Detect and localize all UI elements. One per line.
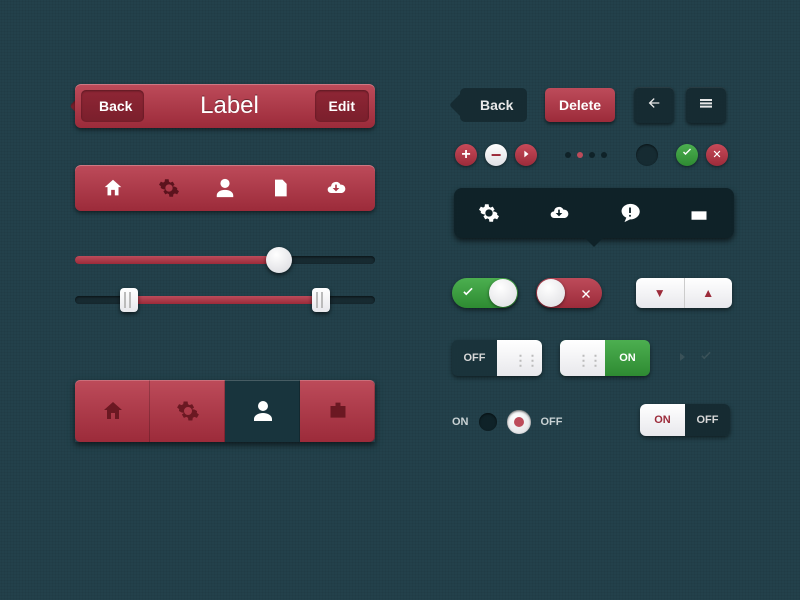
tab-settings[interactable]: [150, 380, 225, 442]
add-button[interactable]: +: [455, 144, 477, 166]
document-icon[interactable]: [270, 177, 290, 199]
tab-bar: [75, 380, 375, 442]
tab-id[interactable]: [300, 380, 375, 442]
radio-on-label: ON: [452, 416, 469, 428]
chevron-right-icon: [521, 146, 531, 164]
next-button[interactable]: [515, 144, 537, 166]
switch-knob: [537, 279, 565, 307]
tab-profile[interactable]: [225, 380, 300, 442]
nav-edit-button[interactable]: Edit: [315, 90, 369, 122]
chat-alert-icon[interactable]: [619, 202, 641, 224]
caret-up-icon: ▲: [702, 286, 714, 300]
menu-icon: [697, 95, 715, 116]
plus-icon: +: [461, 146, 470, 164]
slider-2-range[interactable]: [75, 296, 375, 304]
remove-button[interactable]: −: [485, 144, 507, 166]
slider-2-thumb-high[interactable]: [312, 288, 330, 312]
toggle-on-label: ON: [605, 340, 650, 376]
segment-on-label: ON: [654, 414, 671, 426]
home-icon[interactable]: [102, 177, 124, 199]
check-icon: [681, 146, 693, 164]
arrow-left-button[interactable]: [634, 87, 674, 123]
empty-dot-button[interactable]: [636, 144, 658, 166]
close-icon: [580, 287, 592, 305]
cloud-download-icon[interactable]: [547, 203, 571, 223]
radio-group: ON OFF: [452, 410, 563, 434]
page-dot: [589, 152, 595, 158]
tab-home[interactable]: [75, 380, 150, 442]
caret-down-icon: ▼: [654, 286, 666, 300]
radio-option-selected[interactable]: [507, 410, 531, 434]
check-icon[interactable]: [698, 350, 714, 369]
page-dot: [601, 152, 607, 158]
gear-icon[interactable]: [478, 202, 500, 224]
confirm-button[interactable]: [676, 144, 698, 166]
check-icon: [461, 286, 475, 305]
radio-off-label: OFF: [541, 416, 563, 428]
dark-back-button[interactable]: Back: [460, 88, 527, 122]
arrow-left-icon: [645, 95, 663, 116]
segment-on[interactable]: ON: [640, 404, 685, 436]
stepper-up[interactable]: ▲: [685, 278, 733, 308]
page-dot: [565, 152, 571, 158]
segment-off-label: OFF: [697, 414, 719, 426]
gear-icon: [176, 399, 200, 423]
slider-1-fill: [75, 256, 279, 264]
radio-option-on[interactable]: [479, 413, 497, 431]
segment-off[interactable]: OFF: [685, 404, 730, 436]
square-toggle-off[interactable]: OFF: [452, 340, 542, 376]
id-card-icon: [326, 401, 350, 421]
page-indicator[interactable]: [565, 152, 607, 158]
tooltip-bar: [454, 188, 734, 238]
user-icon[interactable]: [214, 177, 236, 199]
nav-bar: Back Label Edit: [75, 84, 375, 128]
slider-1[interactable]: [75, 256, 375, 264]
menu-button[interactable]: [686, 87, 726, 123]
user-icon: [251, 399, 275, 423]
delete-label: Delete: [559, 97, 601, 113]
cancel-button[interactable]: [706, 144, 728, 166]
stepper: ▼ ▲: [636, 278, 732, 308]
slider-1-thumb[interactable]: [266, 247, 292, 273]
square-toggle-on[interactable]: ON: [560, 340, 650, 376]
dark-back-label: Back: [480, 97, 513, 113]
cloud-download-icon[interactable]: [324, 178, 348, 198]
slider-2-thumb-low[interactable]: [120, 288, 138, 312]
stepper-down[interactable]: ▼: [636, 278, 685, 308]
nav-back-label: Back: [99, 98, 132, 114]
toggle-off-label: OFF: [452, 340, 497, 376]
switch-off[interactable]: [536, 278, 602, 308]
page-dot-active: [577, 152, 583, 158]
segmented-control: ON OFF: [640, 404, 730, 436]
home-icon: [101, 399, 125, 423]
toggle-grip: [560, 340, 605, 376]
switch-knob: [489, 279, 517, 307]
chevron-right-icon[interactable]: [676, 350, 688, 369]
grip-icon: [514, 352, 526, 364]
close-icon: [712, 146, 722, 164]
switch-on[interactable]: [452, 278, 518, 308]
ui-kit-canvas: Back Label Edit Back Delete + −: [0, 0, 800, 600]
nav-title: Label: [200, 92, 259, 120]
nav-edit-label: Edit: [329, 98, 355, 114]
delete-button[interactable]: Delete: [545, 88, 615, 122]
nav-back-button[interactable]: Back: [81, 90, 144, 122]
grip-icon: [577, 352, 589, 364]
gear-icon[interactable]: [158, 177, 180, 199]
toolbar: [75, 165, 375, 211]
toggle-grip: [497, 340, 542, 376]
slider-2-fill: [129, 296, 321, 304]
calendar-icon[interactable]: [688, 203, 710, 223]
